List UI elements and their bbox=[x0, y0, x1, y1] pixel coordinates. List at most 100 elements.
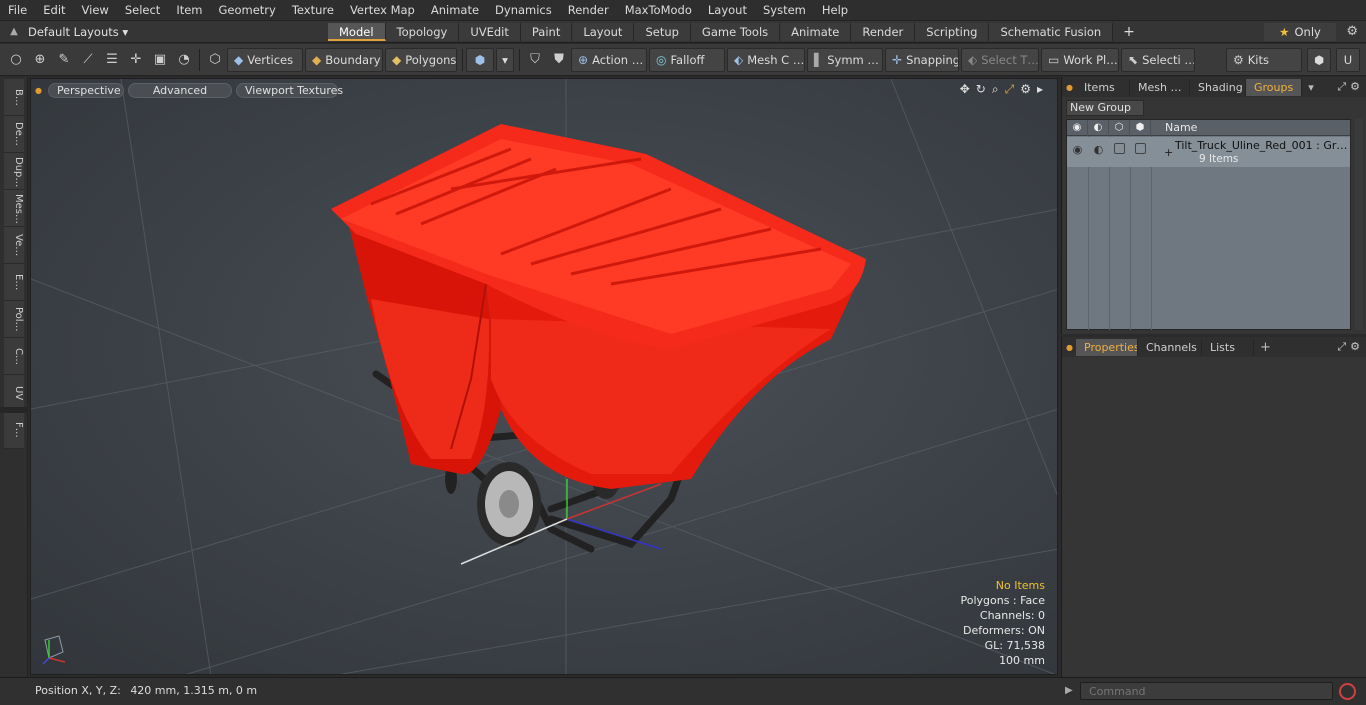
vtab-polygon[interactable]: Pol… bbox=[4, 301, 24, 338]
menu-system[interactable]: System bbox=[755, 0, 814, 21]
3d-viewport[interactable]: ● Perspective Advanced Viewport Textures… bbox=[30, 78, 1058, 675]
vtab-mesh-edit[interactable]: Mes… bbox=[4, 190, 24, 227]
mode-dropdown[interactable]: ▾ bbox=[496, 47, 514, 72]
tab-topology[interactable]: Topology bbox=[385, 22, 460, 41]
unity-button[interactable]: ⬢ bbox=[1307, 48, 1331, 72]
pivot-shield-icon[interactable]: ⛊ bbox=[548, 49, 570, 71]
vtab-edge[interactable]: E… bbox=[4, 264, 24, 301]
menu-file[interactable]: File bbox=[0, 0, 35, 21]
align-icon[interactable]: ☰ bbox=[101, 49, 123, 71]
command-input[interactable] bbox=[1080, 682, 1333, 700]
vtab-deform[interactable]: De… bbox=[4, 116, 24, 153]
orbit-icon[interactable]: ↻ bbox=[976, 82, 986, 97]
menu-edit[interactable]: Edit bbox=[35, 0, 73, 21]
tab-shading[interactable]: Shading bbox=[1190, 78, 1246, 96]
box-select-icon[interactable]: ▣ bbox=[149, 49, 171, 71]
tab-lists[interactable]: Lists bbox=[1202, 338, 1254, 356]
layout-collapse-icon[interactable]: ▲ bbox=[0, 26, 28, 37]
select-through-button[interactable]: ⬖ Select T… bbox=[961, 47, 1039, 72]
row-expand-icon[interactable]: + bbox=[1164, 146, 1173, 159]
default-layouts-dropdown[interactable]: Default Layouts ▾ bbox=[28, 25, 328, 39]
add-panel-tab-icon[interactable]: + bbox=[1254, 340, 1277, 355]
menu-geometry[interactable]: Geometry bbox=[211, 0, 284, 21]
tab-items[interactable]: Items bbox=[1076, 78, 1130, 96]
symmetry-button[interactable]: ▌ Symm … bbox=[807, 47, 883, 72]
select-circle-icon[interactable]: ○ bbox=[5, 49, 27, 71]
panel-expand-icon[interactable]: ⤢ bbox=[1337, 80, 1346, 94]
record-macro-icon[interactable] bbox=[1339, 683, 1356, 700]
lock-icon[interactable]: ⬡ bbox=[1109, 119, 1130, 136]
panel-gear-icon[interactable]: ⚙ bbox=[1350, 80, 1360, 94]
menu-view[interactable]: View bbox=[74, 0, 117, 21]
zoom-icon[interactable]: ⌕ bbox=[992, 82, 999, 97]
unreal-button[interactable]: U bbox=[1336, 48, 1360, 72]
tab-paint[interactable]: Paint bbox=[520, 22, 573, 41]
properties-dot-icon[interactable]: ● bbox=[1066, 343, 1076, 352]
symmetry-shield-icon[interactable]: ⛉ bbox=[524, 49, 546, 71]
item-mode-icon[interactable]: ⬡ bbox=[204, 49, 226, 71]
row-lock-checkbox[interactable] bbox=[1114, 143, 1125, 154]
menu-vertex-map[interactable]: Vertex Map bbox=[342, 0, 423, 21]
panel-divider[interactable] bbox=[0, 407, 28, 413]
falloff-button[interactable]: ◎ Falloff bbox=[649, 47, 725, 72]
fit-icon[interactable]: ⤢ bbox=[1005, 82, 1015, 97]
brush-icon[interactable]: ⟋ bbox=[77, 49, 99, 71]
name-column-header[interactable]: Name bbox=[1151, 121, 1197, 134]
viewport-gear-icon[interactable]: ⚙ bbox=[1020, 82, 1031, 97]
vtab-duplicate[interactable]: Dup… bbox=[4, 153, 24, 190]
vtab-fusion[interactable]: F… bbox=[4, 412, 24, 449]
layout-gear-icon[interactable]: ⚙ bbox=[1346, 24, 1358, 39]
tab-game-tools[interactable]: Game Tools bbox=[690, 22, 781, 41]
row-render-icon[interactable]: ◐ bbox=[1088, 143, 1109, 156]
tab-animate[interactable]: Animate bbox=[780, 22, 852, 41]
pan-icon[interactable]: ✥ bbox=[960, 82, 970, 97]
rotate-icon[interactable]: ◔ bbox=[173, 49, 195, 71]
tab-schematic-fusion[interactable]: Schematic Fusion bbox=[989, 22, 1114, 41]
polygons-button[interactable]: ◆ Polygons bbox=[385, 47, 457, 72]
groups-scrollbar[interactable] bbox=[1355, 119, 1363, 330]
row-eye-icon[interactable]: ◉ bbox=[1067, 143, 1088, 156]
tab-mesh[interactable]: Mesh … bbox=[1130, 78, 1190, 96]
perspective-dropdown[interactable]: Perspective bbox=[47, 82, 124, 98]
menu-texture[interactable]: Texture bbox=[284, 0, 342, 21]
properties-expand-icon[interactable]: ⤢ bbox=[1337, 340, 1346, 354]
menu-render[interactable]: Render bbox=[560, 0, 617, 21]
vtab-basic[interactable]: B… bbox=[4, 79, 24, 116]
viewport-textures-dropdown[interactable]: Viewport Textures bbox=[235, 82, 343, 98]
tab-uvedit[interactable]: UVEdit bbox=[459, 22, 521, 41]
add-tab-icon[interactable]: + bbox=[1113, 24, 1145, 40]
row-select-checkbox[interactable] bbox=[1135, 143, 1146, 154]
work-plane-button[interactable]: ▭ Work Pl… bbox=[1041, 47, 1119, 72]
select-icon[interactable]: ⬢ bbox=[1130, 119, 1151, 136]
panel-dot-icon[interactable]: ● bbox=[1066, 83, 1076, 92]
new-group-button[interactable]: New Group bbox=[1066, 100, 1144, 116]
viewport-dot-icon[interactable]: ● bbox=[35, 86, 42, 95]
mesh-constraint-button[interactable]: ⬖ Mesh C … bbox=[727, 47, 805, 72]
menu-animate[interactable]: Animate bbox=[423, 0, 487, 21]
menu-item[interactable]: Item bbox=[168, 0, 210, 21]
properties-gear-icon[interactable]: ⚙ bbox=[1350, 340, 1360, 354]
vertices-button[interactable]: ◆ Vertices bbox=[227, 47, 303, 72]
action-center-button[interactable]: ⊕ Action … bbox=[571, 47, 647, 72]
boundary-button[interactable]: ◆ Boundary bbox=[305, 47, 383, 72]
render-icon[interactable]: ◐ bbox=[1088, 119, 1109, 136]
panel-tabs-dropdown-icon[interactable]: ▾ bbox=[1302, 81, 1320, 94]
shading-dropdown[interactable]: Advanced bbox=[127, 82, 232, 98]
tab-setup[interactable]: Setup bbox=[634, 22, 691, 41]
pen-icon[interactable]: ✎ bbox=[53, 49, 75, 71]
vtab-vertex[interactable]: Ve… bbox=[4, 227, 24, 264]
tab-layout[interactable]: Layout bbox=[572, 22, 635, 41]
menu-help[interactable]: Help bbox=[814, 0, 856, 21]
visibility-eye-icon[interactable]: ◉ bbox=[1067, 119, 1088, 136]
transform-icon[interactable]: ✛ bbox=[125, 49, 147, 71]
command-arrow-icon[interactable]: ▶ bbox=[1065, 685, 1073, 696]
tab-properties[interactable]: Properties bbox=[1076, 338, 1138, 356]
tab-groups[interactable]: Groups bbox=[1246, 78, 1303, 96]
menu-select[interactable]: Select bbox=[117, 0, 168, 21]
selection-sets-button[interactable]: ⬉ Selecti … bbox=[1121, 47, 1195, 72]
kits-button[interactable]: ⚙ Kits bbox=[1226, 48, 1302, 72]
tab-scripting[interactable]: Scripting bbox=[915, 22, 990, 41]
tab-render[interactable]: Render bbox=[851, 22, 916, 41]
menu-dynamics[interactable]: Dynamics bbox=[487, 0, 560, 21]
menu-layout[interactable]: Layout bbox=[700, 0, 755, 21]
